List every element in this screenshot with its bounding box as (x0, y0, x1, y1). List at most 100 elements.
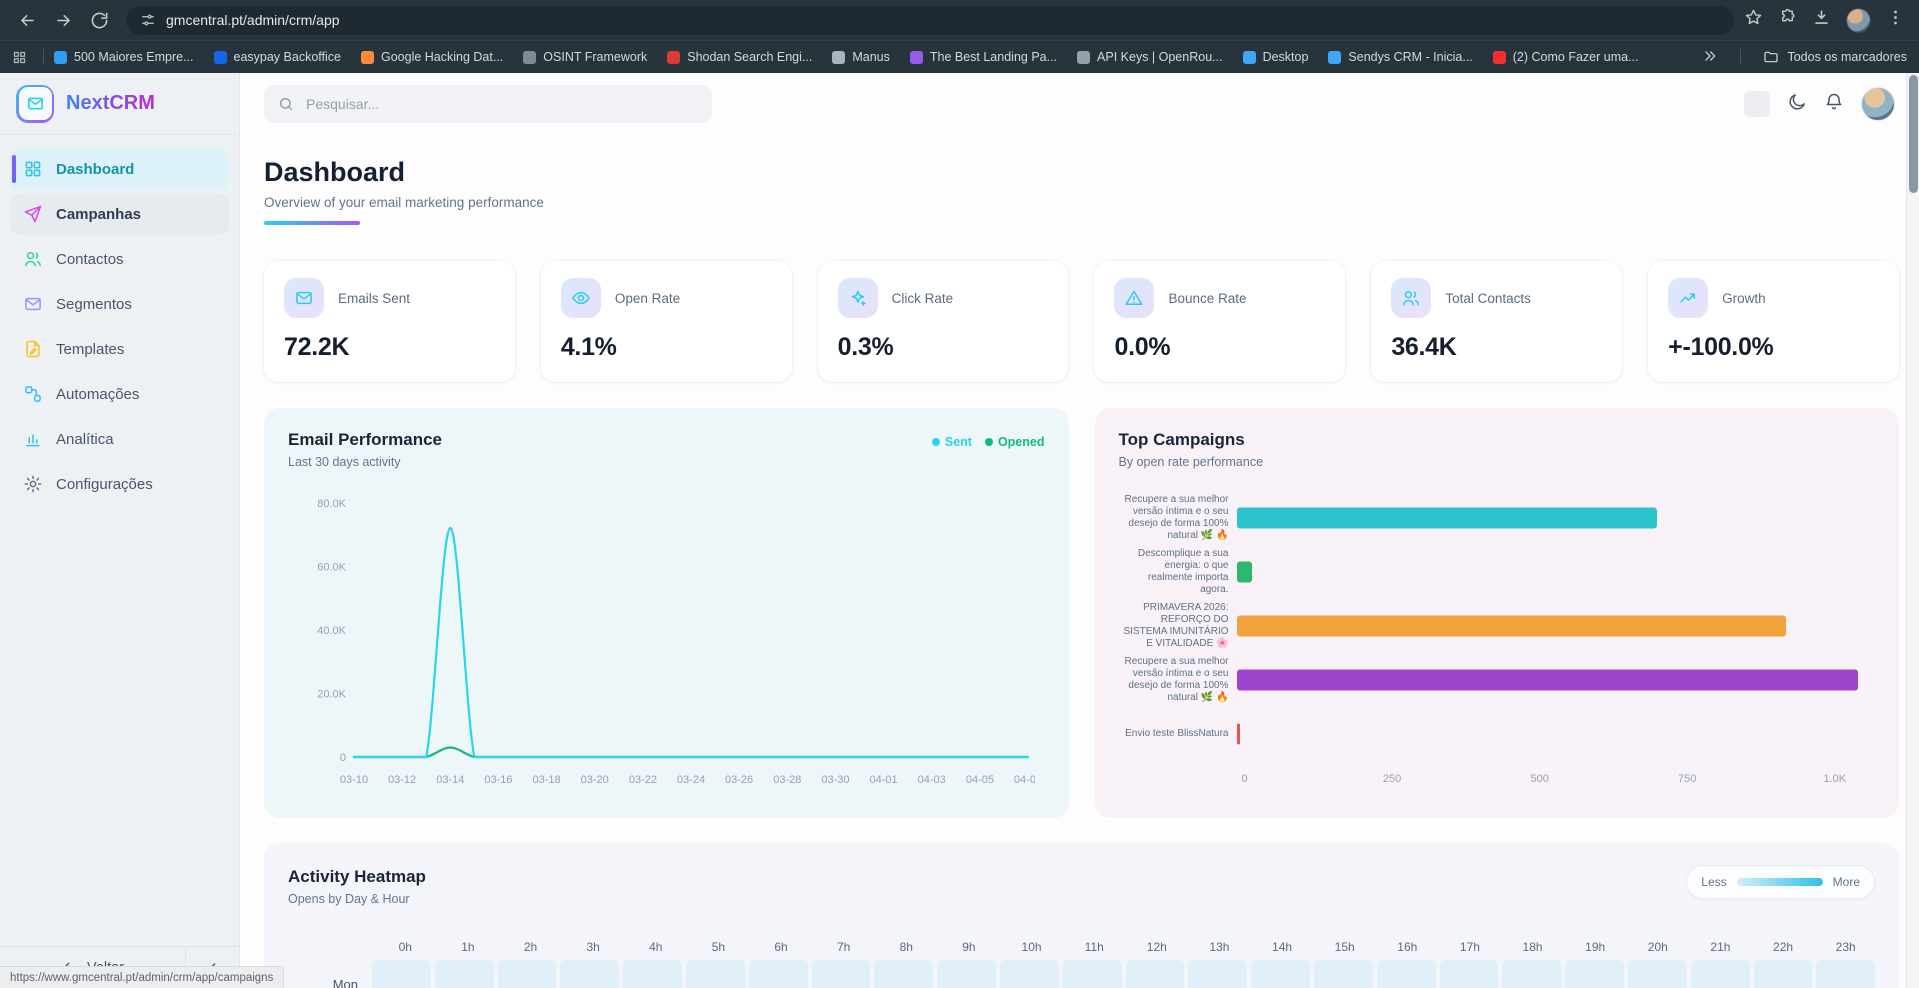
svg-text:03-22: 03-22 (629, 774, 657, 786)
hour-label: 4h (627, 940, 686, 954)
hour-label: 1h (439, 940, 498, 954)
extensions-icon[interactable] (1778, 8, 1797, 32)
bookmark-favicon (910, 51, 923, 64)
bookmark-item[interactable]: Desktop (1243, 50, 1309, 64)
heatmap-cell (1628, 960, 1687, 988)
bookmark-label: Desktop (1263, 50, 1309, 64)
bookmark-label: Manus (852, 50, 890, 64)
bookmark-favicon (832, 51, 845, 64)
sidebar-item-analtica[interactable]: Analítica (10, 418, 229, 460)
campaign-label: Recupere a sua melhor versão íntima e o … (1119, 656, 1237, 704)
campaigns-bar-chart: Recupere a sua melhor versão íntima e o … (1119, 491, 1876, 761)
bookmark-item[interactable]: Manus (832, 50, 890, 64)
svg-text:03-10: 03-10 (340, 774, 368, 786)
bookmark-item[interactable]: OSINT Framework (523, 50, 647, 64)
reload-button[interactable] (82, 3, 116, 37)
heatmap-cell (1251, 960, 1310, 988)
search-box[interactable] (264, 85, 712, 123)
bookmark-favicon (1493, 51, 1506, 64)
svg-text:03-20: 03-20 (581, 774, 609, 786)
downloads-icon[interactable] (1812, 8, 1831, 32)
forward-button[interactable] (46, 3, 80, 37)
sidebar-item-campanhas[interactable]: Campanhas (10, 193, 229, 235)
heatmap-cell (1000, 960, 1059, 988)
campaign-bar-row: Descomplique a sua energia: o que realme… (1119, 545, 1876, 599)
dark-mode-toggle[interactable] (1787, 92, 1807, 117)
heatmap-legend-more: More (1833, 875, 1860, 889)
sidebar-item-segmentos[interactable]: Segmentos (10, 283, 229, 325)
site-settings-icon[interactable] (140, 12, 156, 28)
users-icon (23, 249, 43, 269)
x-tick: 0 (1241, 773, 1247, 785)
bookmark-label: Shodan Search Engi... (687, 50, 812, 64)
eye-icon (571, 288, 591, 308)
heatmap-cell (1314, 960, 1373, 988)
legend-item: Opened (985, 435, 1045, 449)
svg-text:40.0K: 40.0K (317, 625, 346, 637)
sidebar-item-automaes[interactable]: Automações (10, 373, 229, 415)
activity-heatmap-card: Activity Heatmap Opens by Day & Hour Les… (264, 843, 1899, 988)
bookmark-favicon (54, 51, 67, 64)
bookmark-label: (2) Como Fazer uma... (1513, 50, 1639, 64)
hour-label: 0h (376, 940, 435, 954)
bookmark-label: Google Hacking Dat... (381, 50, 503, 64)
bookmark-item[interactable]: (2) Como Fazer uma... (1493, 50, 1639, 64)
svg-text:04-03: 04-03 (918, 774, 946, 786)
bookmark-item[interactable]: Shodan Search Engi... (667, 50, 812, 64)
moon-icon (1787, 92, 1807, 112)
sidebar-item-templates[interactable]: Templates (10, 328, 229, 370)
stat-icon-tile (838, 278, 878, 318)
scrollbar-thumb[interactable] (1909, 75, 1918, 193)
svg-text:03-28: 03-28 (773, 774, 801, 786)
svg-text:60.0K: 60.0K (317, 562, 346, 574)
stat-card-total-contacts: Total Contacts36.4K (1371, 261, 1622, 382)
hour-label: 19h (1566, 940, 1625, 954)
hour-label: 16h (1378, 940, 1437, 954)
heatmap-cell (1691, 960, 1750, 988)
notifications-button[interactable] (1824, 92, 1844, 117)
bookmark-item[interactable]: Google Hacking Dat... (361, 50, 503, 64)
gear-icon (23, 474, 43, 494)
bookmarks-overflow-chevrons-icon[interactable] (1702, 48, 1718, 67)
heatmap-cell (874, 960, 933, 988)
hour-label: 18h (1503, 940, 1562, 954)
back-button[interactable] (10, 3, 44, 37)
stat-label: Open Rate (615, 291, 680, 306)
campaigns-title: Top Campaigns (1119, 430, 1876, 450)
search-input[interactable] (304, 95, 698, 113)
address-bar[interactable]: gmcentral.pt/admin/crm/app (126, 6, 1734, 35)
heatmap-cell (1816, 960, 1875, 988)
campaign-bar-row: PRIMAVERA 2026: REFORÇO DO SISTEMA IMUNI… (1119, 599, 1876, 653)
page-scrollbar[interactable] (1906, 73, 1919, 988)
campaign-bar-area (1237, 491, 1876, 545)
sidebar-item-configuraes[interactable]: Configurações (10, 463, 229, 505)
user-avatar[interactable] (1861, 87, 1895, 121)
bookmark-star-icon[interactable] (1744, 8, 1763, 32)
mail-icon (26, 94, 45, 113)
bookmark-favicon (523, 51, 536, 64)
hour-label: 9h (940, 940, 999, 954)
bookmark-item[interactable]: API Keys | OpenRou... (1077, 50, 1223, 64)
menu-kebab-icon[interactable] (1886, 8, 1905, 32)
browser-profile-avatar[interactable] (1846, 8, 1871, 33)
bookmark-favicon (1243, 51, 1256, 64)
hour-label: 20h (1629, 940, 1688, 954)
bookmark-item[interactable]: easypay Backoffice (214, 50, 341, 64)
campaign-bar-area (1237, 653, 1876, 707)
chart-icon (23, 429, 43, 449)
bookmark-label: 500 Maiores Empre... (74, 50, 194, 64)
apps-grid-icon[interactable] (12, 50, 27, 65)
sidebar-item-dashboard[interactable]: Dashboard (10, 148, 229, 190)
bookmark-item[interactable]: Sendys CRM - Inicia... (1328, 50, 1472, 64)
send-icon (23, 204, 43, 224)
stat-value: 0.0% (1114, 333, 1325, 362)
bookmarks-divider (43, 49, 44, 65)
bookmark-item[interactable]: The Best Landing Pa... (910, 50, 1057, 64)
svg-text:0: 0 (340, 752, 346, 764)
stat-value: 72.2K (284, 333, 495, 362)
all-bookmarks-button[interactable]: Todos os marcadores (1763, 49, 1907, 65)
sidebar-item-contactos[interactable]: Contactos (10, 238, 229, 280)
heatmap-cell (372, 960, 431, 988)
bookmark-item[interactable]: 500 Maiores Empre... (54, 50, 194, 64)
heatmap-cell (1126, 960, 1185, 988)
